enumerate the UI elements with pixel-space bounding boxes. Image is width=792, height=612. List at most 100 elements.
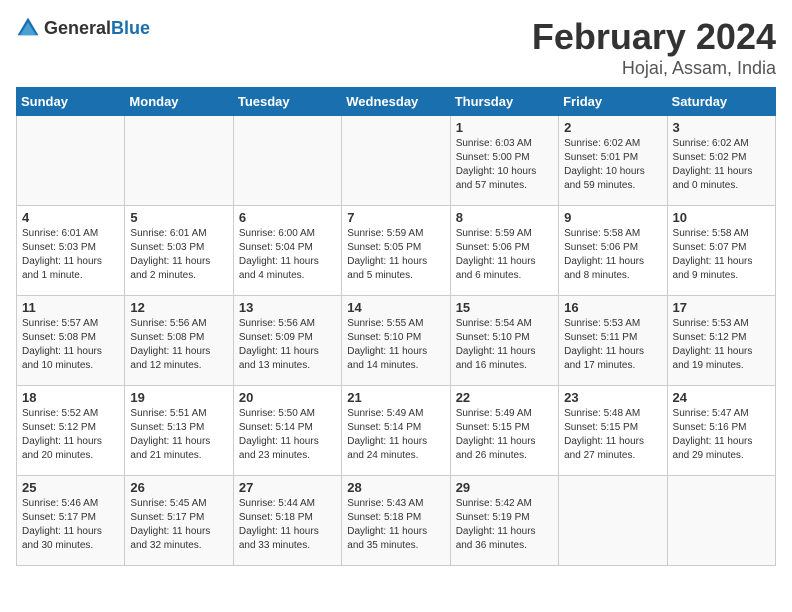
day-number: 26 xyxy=(130,480,227,495)
dow-header: Friday xyxy=(559,88,667,116)
calendar-week: 4Sunrise: 6:01 AM Sunset: 5:03 PM Daylig… xyxy=(17,206,776,296)
calendar-week: 11 Sunrise: 5:57 AM Sunset: 5:08 PM Dayli… xyxy=(17,296,776,386)
logo-icon xyxy=(16,16,40,40)
day-info: Sunrise: 5:51 AM Sunset: 5:13 PM Dayligh… xyxy=(130,407,227,463)
day-number: 19 xyxy=(130,390,227,405)
page-title: February 2024 xyxy=(532,16,776,58)
day-number: 12 xyxy=(130,300,227,315)
calendar-cell: 3 Sunrise: 6:02 AM Sunset: 5:02 PM Daylig… xyxy=(667,116,775,206)
day-number: 3 xyxy=(673,120,770,135)
day-number: 28 xyxy=(347,480,444,495)
day-number: 8 xyxy=(456,210,553,225)
day-number: 13 xyxy=(239,300,336,315)
day-info: Sunrise: 5:52 AM Sunset: 5:12 PM Dayligh… xyxy=(22,407,119,463)
calendar-cell: 21 Sunrise: 5:49 AM Sunset: 5:14 PM Dayli… xyxy=(342,386,450,476)
day-info: Sunrise: 5:48 AM Sunset: 5:15 PM Dayligh… xyxy=(564,407,661,463)
day-number: 25 xyxy=(22,480,119,495)
day-number: 24 xyxy=(673,390,770,405)
day-info: Sunrise: 5:57 AM Sunset: 5:08 PM Dayligh… xyxy=(22,317,119,373)
day-info: Sunrise: 5:44 AM Sunset: 5:18 PM Dayligh… xyxy=(239,497,336,553)
calendar-cell: 25 Sunrise: 5:46 AM Sunset: 5:17 PM Dayli… xyxy=(17,476,125,566)
day-info: Sunrise: 5:56 AM Sunset: 5:09 PM Dayligh… xyxy=(239,317,336,373)
logo: GeneralBlue xyxy=(16,16,150,40)
day-number: 21 xyxy=(347,390,444,405)
day-info: Sunrise: 5:49 AM Sunset: 5:15 PM Dayligh… xyxy=(456,407,553,463)
day-number: 16 xyxy=(564,300,661,315)
calendar-cell xyxy=(667,476,775,566)
day-info: Sunrise: 5:47 AM Sunset: 5:16 PM Dayligh… xyxy=(673,407,770,463)
dow-header: Tuesday xyxy=(233,88,341,116)
day-info: Sunrise: 6:02 AM Sunset: 5:02 PM Dayligh… xyxy=(673,137,770,193)
day-number: 23 xyxy=(564,390,661,405)
calendar-cell: 22Sunrise: 5:49 AM Sunset: 5:15 PM Dayli… xyxy=(450,386,558,476)
calendar-cell: 11 Sunrise: 5:57 AM Sunset: 5:08 PM Dayli… xyxy=(17,296,125,386)
day-info: Sunrise: 5:49 AM Sunset: 5:14 PM Dayligh… xyxy=(347,407,444,463)
calendar-cell: 7Sunrise: 5:59 AM Sunset: 5:05 PM Daylig… xyxy=(342,206,450,296)
calendar-cell: 1Sunrise: 6:03 AM Sunset: 5:00 PM Daylig… xyxy=(450,116,558,206)
title-area: February 2024 Hojai, Assam, India xyxy=(532,16,776,79)
dow-header: Saturday xyxy=(667,88,775,116)
day-number: 2 xyxy=(564,120,661,135)
calendar-cell xyxy=(559,476,667,566)
calendar-cell: 14 Sunrise: 5:55 AM Sunset: 5:10 PM Dayli… xyxy=(342,296,450,386)
calendar-cell: 26 Sunrise: 5:45 AM Sunset: 5:17 PM Dayli… xyxy=(125,476,233,566)
day-number: 6 xyxy=(239,210,336,225)
day-info: Sunrise: 5:58 AM Sunset: 5:07 PM Dayligh… xyxy=(673,227,770,283)
calendar-cell: 18 Sunrise: 5:52 AM Sunset: 5:12 PM Dayli… xyxy=(17,386,125,476)
calendar-cell: 27 Sunrise: 5:44 AM Sunset: 5:18 PM Dayli… xyxy=(233,476,341,566)
day-number: 9 xyxy=(564,210,661,225)
logo-blue-text: Blue xyxy=(111,18,150,38)
calendar-cell: 13 Sunrise: 5:56 AM Sunset: 5:09 PM Dayli… xyxy=(233,296,341,386)
calendar-cell: 29 Sunrise: 5:42 AM Sunset: 5:19 PM Dayli… xyxy=(450,476,558,566)
day-info: Sunrise: 5:54 AM Sunset: 5:10 PM Dayligh… xyxy=(456,317,553,373)
calendar-cell: 10 Sunrise: 5:58 AM Sunset: 5:07 PM Dayli… xyxy=(667,206,775,296)
logo-general-text: General xyxy=(44,18,111,38)
day-info: Sunrise: 5:55 AM Sunset: 5:10 PM Dayligh… xyxy=(347,317,444,373)
calendar-week: 25 Sunrise: 5:46 AM Sunset: 5:17 PM Dayli… xyxy=(17,476,776,566)
day-number: 14 xyxy=(347,300,444,315)
day-info: Sunrise: 6:01 AM Sunset: 5:03 PM Dayligh… xyxy=(130,227,227,283)
day-info: Sunrise: 5:42 AM Sunset: 5:19 PM Dayligh… xyxy=(456,497,553,553)
day-info: Sunrise: 5:53 AM Sunset: 5:11 PM Dayligh… xyxy=(564,317,661,373)
calendar-cell xyxy=(125,116,233,206)
calendar-cell: 17Sunrise: 5:53 AM Sunset: 5:12 PM Dayli… xyxy=(667,296,775,386)
dow-header: Monday xyxy=(125,88,233,116)
calendar-cell xyxy=(342,116,450,206)
calendar-cell xyxy=(233,116,341,206)
calendar-table: SundayMondayTuesdayWednesdayThursdayFrid… xyxy=(16,87,776,566)
day-info: Sunrise: 5:58 AM Sunset: 5:06 PM Dayligh… xyxy=(564,227,661,283)
day-number: 10 xyxy=(673,210,770,225)
page-header: GeneralBlue February 2024 Hojai, Assam, … xyxy=(16,16,776,79)
calendar-cell: 8 Sunrise: 5:59 AM Sunset: 5:06 PM Daylig… xyxy=(450,206,558,296)
day-number: 29 xyxy=(456,480,553,495)
page-subtitle: Hojai, Assam, India xyxy=(532,58,776,79)
day-info: Sunrise: 5:56 AM Sunset: 5:08 PM Dayligh… xyxy=(130,317,227,373)
calendar-week: 18 Sunrise: 5:52 AM Sunset: 5:12 PM Dayli… xyxy=(17,386,776,476)
day-number: 27 xyxy=(239,480,336,495)
calendar-cell: 12 Sunrise: 5:56 AM Sunset: 5:08 PM Dayli… xyxy=(125,296,233,386)
calendar-cell: 2 Sunrise: 6:02 AM Sunset: 5:01 PM Daylig… xyxy=(559,116,667,206)
day-info: Sunrise: 5:59 AM Sunset: 5:06 PM Dayligh… xyxy=(456,227,553,283)
dow-header: Thursday xyxy=(450,88,558,116)
day-number: 7 xyxy=(347,210,444,225)
day-info: Sunrise: 5:53 AM Sunset: 5:12 PM Dayligh… xyxy=(673,317,770,373)
day-info: Sunrise: 6:03 AM Sunset: 5:00 PM Dayligh… xyxy=(456,137,553,193)
calendar-cell xyxy=(17,116,125,206)
dow-header: Sunday xyxy=(17,88,125,116)
calendar-cell: 28Sunrise: 5:43 AM Sunset: 5:18 PM Dayli… xyxy=(342,476,450,566)
calendar-cell: 5 Sunrise: 6:01 AM Sunset: 5:03 PM Daylig… xyxy=(125,206,233,296)
day-info: Sunrise: 5:50 AM Sunset: 5:14 PM Dayligh… xyxy=(239,407,336,463)
day-info: Sunrise: 5:45 AM Sunset: 5:17 PM Dayligh… xyxy=(130,497,227,553)
day-info: Sunrise: 5:46 AM Sunset: 5:17 PM Dayligh… xyxy=(22,497,119,553)
day-number: 18 xyxy=(22,390,119,405)
day-info: Sunrise: 6:01 AM Sunset: 5:03 PM Dayligh… xyxy=(22,227,119,283)
dow-header: Wednesday xyxy=(342,88,450,116)
day-number: 15 xyxy=(456,300,553,315)
calendar-body: 1Sunrise: 6:03 AM Sunset: 5:00 PM Daylig… xyxy=(17,116,776,566)
day-number: 5 xyxy=(130,210,227,225)
calendar-cell: 4Sunrise: 6:01 AM Sunset: 5:03 PM Daylig… xyxy=(17,206,125,296)
day-number: 20 xyxy=(239,390,336,405)
day-info: Sunrise: 6:02 AM Sunset: 5:01 PM Dayligh… xyxy=(564,137,661,193)
day-number: 11 xyxy=(22,300,119,315)
calendar-cell: 15 Sunrise: 5:54 AM Sunset: 5:10 PM Dayli… xyxy=(450,296,558,386)
